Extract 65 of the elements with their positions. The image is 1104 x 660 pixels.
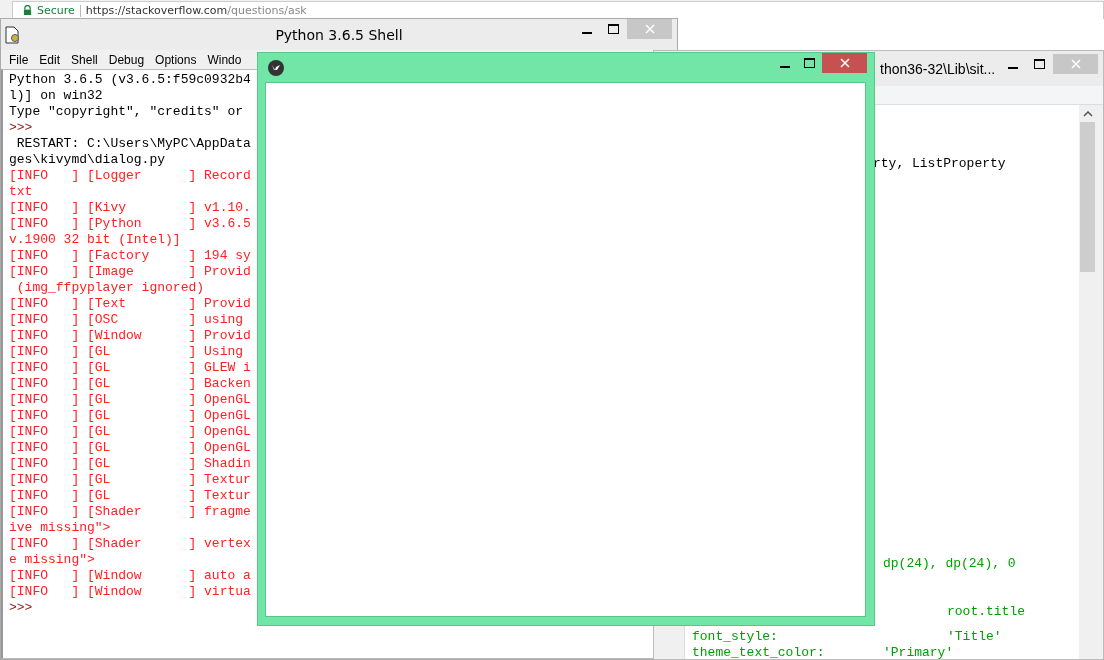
window-title: thon36-32\Lib\sit... xyxy=(880,60,996,77)
console-line: Type "copyright", "credits" or xyxy=(9,104,244,120)
console-line: [INFO ] [Image ] Provid xyxy=(9,264,251,280)
code-line: dp(24), dp(24), 0 xyxy=(883,556,1016,571)
console-line: >>> xyxy=(9,120,33,136)
console-line: [INFO ] [Shader ] fragme xyxy=(9,504,251,520)
menu-item[interactable]: Shell xyxy=(71,52,98,67)
close-icon xyxy=(839,58,850,68)
console-line: [INFO ] [Window ] virtua xyxy=(9,584,251,600)
console-line: [INFO ] [GL ] Shadin xyxy=(9,456,251,472)
code-line: rty, ListProperty xyxy=(873,156,1006,171)
maximize-icon xyxy=(804,58,815,68)
code-line: font_style: xyxy=(692,629,778,644)
menu-item[interactable]: File xyxy=(9,52,29,67)
menu-item[interactable]: Options xyxy=(155,52,197,67)
console-line: [INFO ] [GL ] Using xyxy=(9,344,244,360)
maximize-icon xyxy=(608,24,619,34)
console-line: l)] on win32 xyxy=(9,88,103,104)
console-line: [INFO ] [Python ] v3.6.5 xyxy=(9,216,251,232)
console-line: [INFO ] [GL ] GLEW i xyxy=(9,360,251,376)
console-line: [INFO ] [GL ] Textur xyxy=(9,472,251,488)
console-line: ges\kivymd\dialog.py xyxy=(9,152,166,168)
console-line: [INFO ] [GL ] OpenGL xyxy=(9,440,251,456)
close-icon xyxy=(644,24,655,34)
console-line: [INFO ] [Window ] Provid xyxy=(9,328,251,344)
minimize-icon xyxy=(779,65,790,68)
console-line: [INFO ] [Kivy ] v1.10. xyxy=(9,200,251,216)
lock-icon xyxy=(23,5,32,16)
console-line: RESTART: C:\Users\MyPC\AppData xyxy=(15,136,251,152)
console-line: >>> xyxy=(9,600,33,616)
console-line: [INFO ] [Shader ] vertex xyxy=(9,536,251,552)
console-line: ive missing"> xyxy=(9,520,111,536)
minimize-icon xyxy=(1007,66,1018,69)
scroll-up-icon xyxy=(1082,111,1093,117)
console-line: [INFO ] [GL ] OpenGL xyxy=(9,392,251,408)
console-line: [INFO ] [Window ] auto a xyxy=(9,568,251,584)
address-bar[interactable]: Secure https://stackoverflow.com/questions/ask xyxy=(12,1,1104,19)
console-line: [INFO ] [GL ] Backen xyxy=(9,376,251,392)
console-line: v.1900 32 bit (Intel)] xyxy=(9,232,181,248)
menu-item[interactable]: Windo xyxy=(207,52,242,67)
code-line: 'Title' xyxy=(947,629,1002,644)
console-line: [INFO ] [Text ] Provid xyxy=(9,296,251,312)
console-line: [INFO ] [Factory ] 194 sy xyxy=(9,248,251,264)
scroll-thumb[interactable] xyxy=(1080,122,1095,272)
maximize-icon xyxy=(1034,59,1045,69)
menu-item[interactable]: Debug xyxy=(108,52,145,67)
code-line: root.title xyxy=(947,604,1025,619)
minimize-icon xyxy=(581,31,592,34)
console-line: [INFO ] [GL ] Textur xyxy=(9,488,251,504)
window-title: Python 3.6.5 Shell xyxy=(275,26,403,43)
security-label: Secure xyxy=(37,4,75,17)
console-line: (img_ffpyplayer ignored) xyxy=(15,280,205,296)
console-line: [INFO ] [GL ] OpenGL xyxy=(9,408,251,424)
menu-item[interactable]: Edit xyxy=(39,52,61,67)
console-line: [INFO ] [Logger ] Record xyxy=(9,168,251,184)
console-line: [INFO ] [GL ] OpenGL xyxy=(9,424,251,440)
console-line: txt xyxy=(9,184,33,200)
console-line: Python 3.6.5 (v3.6.5:f59c0932b4 xyxy=(9,72,251,88)
document-icon xyxy=(4,25,20,44)
code-line: 'Primary' xyxy=(883,645,954,660)
console-line: e missing"> xyxy=(9,552,95,568)
url-text: https://stackoverflow.com/questions/ask xyxy=(85,4,307,17)
code-line: theme_text_color: xyxy=(692,645,825,660)
console-line: [INFO ] [OSC ] using xyxy=(9,312,244,328)
close-icon xyxy=(1070,59,1081,69)
